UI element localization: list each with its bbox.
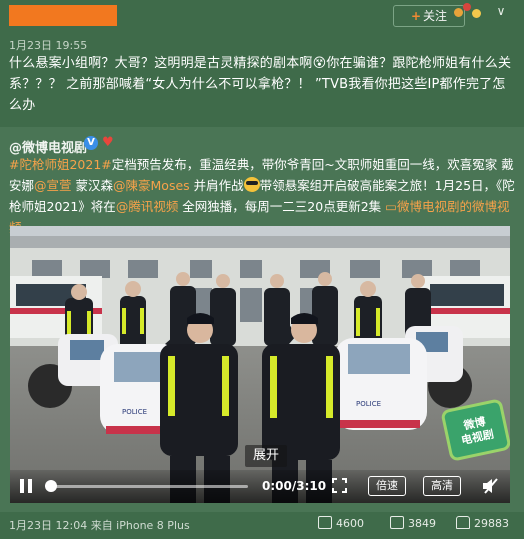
post-timestamp[interactable]: 1月23日 19:55 (9, 37, 87, 53)
mention-link[interactable]: @陳豪Moses (113, 178, 190, 193)
video-controls: 0:00/3:10 倍速 高清 (10, 470, 510, 503)
playback-speed-button[interactable]: 倍速 (368, 476, 406, 496)
thumbs-up-icon (456, 516, 470, 529)
comment-count-button[interactable]: 3849 (390, 516, 436, 532)
repost-source-timestamp[interactable]: 1月23日 12:04 来自 iPhone 8 Plus (9, 517, 190, 533)
repost-icon (318, 516, 332, 529)
festive-decoration-icon (452, 0, 484, 22)
volume-muted-icon[interactable] (481, 478, 499, 494)
plus-icon: + (410, 9, 422, 23)
repost-text-segment: 并肩作战 (189, 178, 244, 193)
post-header: + 关注 ∨ (0, 0, 524, 32)
progress-track[interactable] (48, 485, 248, 488)
mention-link[interactable]: @腾讯视频 (116, 199, 179, 214)
expand-button[interactable]: 展开 (245, 445, 287, 467)
pause-icon[interactable] (19, 479, 33, 494)
repost-count-button[interactable]: 4600 (318, 516, 364, 532)
comment-icon (390, 516, 404, 529)
video-player[interactable]: POLICE POLICE 微博 电视剧 展开 0:00/3:10 倍速 高清 (10, 226, 510, 503)
svg-text:POLICE: POLICE (356, 400, 381, 408)
username-redacted[interactable] (9, 5, 117, 26)
cool-emoji-icon (243, 177, 260, 192)
heart-badge-icon: ♥ (102, 135, 114, 150)
hashtag-link[interactable]: #陀枪师姐2021# (9, 157, 112, 172)
progress-handle[interactable] (45, 480, 57, 492)
fullscreen-icon[interactable] (332, 478, 347, 493)
post-footer: 1月23日 12:04 来自 iPhone 8 Plus 4600 3849 2… (0, 512, 524, 539)
time-readout: 0:00/3:10 (262, 479, 327, 493)
repost-text-segment: 全网独播，每周一二三20点更新2集 (178, 199, 386, 214)
verified-badge-icon: V (84, 136, 98, 150)
like-count-button[interactable]: 29883 (456, 516, 509, 532)
repost-card: @微博电视剧 V ♥ #陀枪师姐2021#定档预告发布，重温经典，带你爷青回~文… (0, 127, 524, 512)
repost-text-segment: 蒙汉森 (71, 178, 114, 193)
quality-button[interactable]: 高清 (423, 476, 461, 496)
mention-link[interactable]: @宣萱 (34, 178, 72, 193)
svg-text:POLICE: POLICE (122, 408, 147, 416)
chevron-down-icon[interactable]: ∨ (493, 4, 509, 18)
post-text: 什么悬案小组啊？大哥？这明明是古灵精探的剧本啊😵你在骗谁？跟陀枪师姐有什么关系？… (9, 56, 512, 113)
